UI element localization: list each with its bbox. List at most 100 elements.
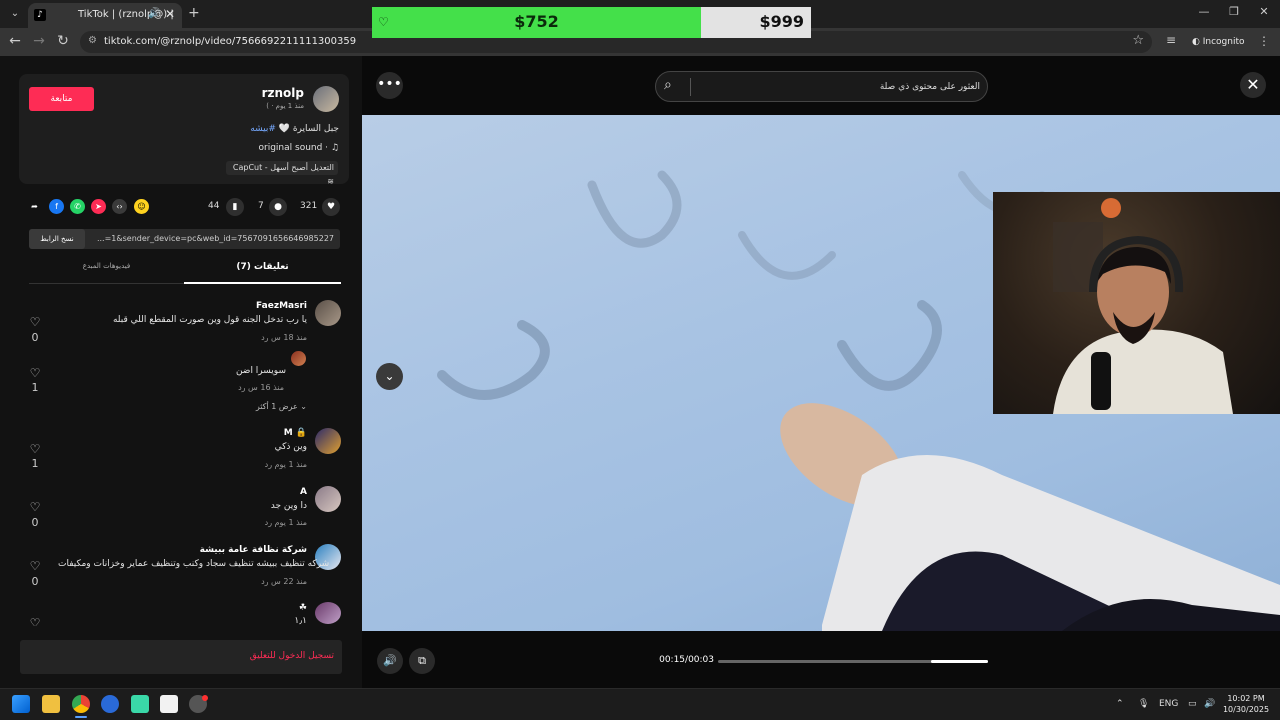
video-progress-bar[interactable] — [718, 660, 988, 663]
comment-avatar[interactable] — [315, 300, 341, 326]
price-progress-filled: ♡ $752 — [372, 7, 701, 38]
media-control-icon[interactable]: ≡ — [1162, 33, 1180, 47]
comment-author[interactable]: A — [200, 487, 307, 497]
comment-like-count: 0 — [31, 516, 39, 529]
volume-icon[interactable]: 🔊 — [377, 648, 403, 674]
comment-author[interactable]: M 🔒 — [200, 428, 307, 438]
creator-username[interactable]: rznolp — [220, 86, 304, 100]
incognito-icon: ◐ — [1192, 37, 1203, 47]
tiktok-icon: ♪ — [34, 9, 46, 21]
incognito-label: Incognito — [1202, 37, 1245, 47]
copy-link-button[interactable]: نسخ الرابط — [29, 229, 85, 249]
share-arrow-icon[interactable]: ➦ — [27, 199, 42, 214]
taskbar-clock[interactable]: 10:02 PM 10/30/2025 — [1218, 693, 1274, 715]
bookmark-star-icon[interactable]: ☆ — [1132, 33, 1144, 48]
comment-like-icon[interactable]: ♡ — [28, 442, 42, 456]
comment-meta: منذ 1 يوم رد — [264, 460, 307, 469]
picture-in-picture-icon[interactable]: ⧉ — [409, 648, 435, 674]
comment-text: وين ذكي — [274, 442, 307, 452]
creator-avatar[interactable] — [313, 86, 339, 112]
caption-hashtag[interactable]: #بيشه — [250, 124, 276, 134]
more-options-icon[interactable]: ••• — [376, 72, 403, 99]
tab-creator-videos[interactable]: فيديوهات المبدع — [29, 262, 184, 284]
chrome-icon[interactable] — [72, 695, 90, 713]
embed-code-icon[interactable]: ‹› — [112, 199, 127, 214]
browser-tab[interactable]: ♪ TikTok | (rznolp@) | 🔊 ✕ — [28, 3, 182, 28]
app-icon[interactable] — [131, 695, 149, 713]
comment-like-icon[interactable]: ♡ — [28, 559, 42, 573]
capcut-badge[interactable]: CapCut - التعديل أصبح أسهل ≋ — [226, 161, 338, 186]
active-app-indicator — [75, 716, 87, 718]
file-explorer-icon[interactable] — [42, 695, 60, 713]
restore-icon[interactable]: ❐ — [1224, 5, 1244, 18]
whatsapp-icon[interactable]: ✆ — [70, 199, 85, 214]
search-divider — [690, 78, 691, 96]
tab-close-icon[interactable]: ✕ — [165, 7, 175, 21]
comment-icon[interactable]: ● — [269, 198, 287, 216]
comment-author[interactable]: ☘ — [250, 603, 307, 613]
price-current: $752 — [514, 12, 559, 31]
emoji-share-icon[interactable]: ☺ — [134, 199, 149, 214]
comment-avatar[interactable] — [315, 428, 341, 454]
notification-dot — [202, 695, 208, 701]
reply-text: سويسرا اضن — [235, 366, 286, 376]
price-target: $999 — [759, 12, 804, 31]
edge-icon[interactable] — [101, 695, 119, 713]
comment-like-icon[interactable]: ♡ — [28, 500, 42, 514]
tiktok-app-icon[interactable] — [160, 695, 178, 713]
share-link-text[interactable]: ...=1&sender_device=pc&web_id=7567091656… — [97, 234, 334, 243]
comment-meta: منذ 1 يوم رد — [264, 518, 307, 527]
like-icon[interactable]: ♥ — [322, 198, 340, 216]
new-tab-button[interactable]: + — [188, 5, 200, 21]
capcut-label: CapCut - التعديل أصبح أسهل — [232, 163, 334, 172]
network-icon[interactable]: ▭ — [1188, 699, 1197, 709]
microphone-icon[interactable]: 🎙 — [1138, 699, 1149, 709]
comment-like-count: 0 — [31, 331, 39, 344]
search-input[interactable] — [696, 76, 980, 98]
bookmark-icon[interactable]: ▮ — [226, 198, 244, 216]
sound-label: original sound · — [258, 143, 329, 153]
comment-author[interactable]: شركة نظافة عامة ببيشة — [150, 545, 307, 555]
reply-like-icon[interactable]: ♡ — [28, 366, 42, 380]
comment-text: دا وين جد — [270, 501, 307, 511]
search-icon[interactable]: ⌕ — [664, 77, 672, 93]
close-video-icon[interactable]: ✕ — [1240, 72, 1266, 98]
related-search-box[interactable]: ⌕ — [655, 71, 988, 102]
window-close-icon[interactable]: ✕ — [1254, 5, 1274, 18]
comment-text: شركه تنظيف ببيشه تنظيف سجاد وكنب وتنظيف … — [58, 559, 330, 569]
comment-like-icon[interactable]: ♡ — [28, 315, 42, 329]
tab-comments[interactable]: (7) تعليقات — [184, 262, 341, 284]
sound-link[interactable]: original sound · ♫ — [180, 143, 340, 153]
incognito-indicator[interactable]: ◐ Incognito — [1192, 37, 1244, 47]
windows-start-icon[interactable] — [12, 695, 30, 713]
comment-avatar[interactable] — [315, 486, 341, 512]
show-more-replies[interactable]: عرض 1 أكثر ⌄ — [200, 402, 307, 411]
follow-button[interactable]: متابعة — [29, 87, 94, 111]
speaker-tray-icon[interactable]: 🔊 — [1204, 699, 1215, 709]
site-info-icon[interactable]: ⚙ — [88, 35, 97, 46]
send-to-friends-icon[interactable]: ➤ — [91, 199, 106, 214]
browser-menu-icon[interactable]: ⋮ — [1258, 34, 1270, 48]
login-to-comment-box[interactable]: تسجيل الدخول للتعليق — [20, 640, 342, 674]
next-video-chevron-icon[interactable]: ⌄ — [376, 363, 403, 390]
login-prompt[interactable]: تسجيل الدخول للتعليق — [250, 651, 334, 661]
speaker-icon[interactable]: 🔊 — [148, 8, 160, 19]
forward-icon[interactable]: → — [30, 33, 48, 49]
tab-search-icon[interactable]: ⌄ — [6, 5, 24, 23]
comment-text: ۱٫۱ — [294, 616, 307, 626]
share-link-box: نسخ الرابط ...=1&sender_device=pc&web_id… — [29, 229, 340, 249]
comment-author[interactable]: FaezMasri — [170, 301, 307, 311]
tray-overflow-icon[interactable]: ⌃ — [1116, 699, 1124, 709]
back-icon[interactable]: ← — [6, 33, 24, 49]
reply-avatar[interactable] — [291, 351, 306, 366]
price-progress-remaining: $999 — [701, 7, 811, 38]
reload-icon[interactable]: ↻ — [54, 33, 72, 49]
facebook-icon[interactable]: f — [49, 199, 64, 214]
language-indicator[interactable]: ENG — [1159, 699, 1178, 709]
save-count: 44 — [208, 201, 220, 211]
post-meta: ( · منذ 1 يوم — [266, 102, 304, 110]
minimize-icon[interactable]: — — [1194, 5, 1214, 18]
clock-date: 10/30/2025 — [1222, 705, 1270, 714]
capcut-icon: ≋ — [327, 177, 334, 186]
comment-avatar[interactable] — [315, 602, 341, 624]
